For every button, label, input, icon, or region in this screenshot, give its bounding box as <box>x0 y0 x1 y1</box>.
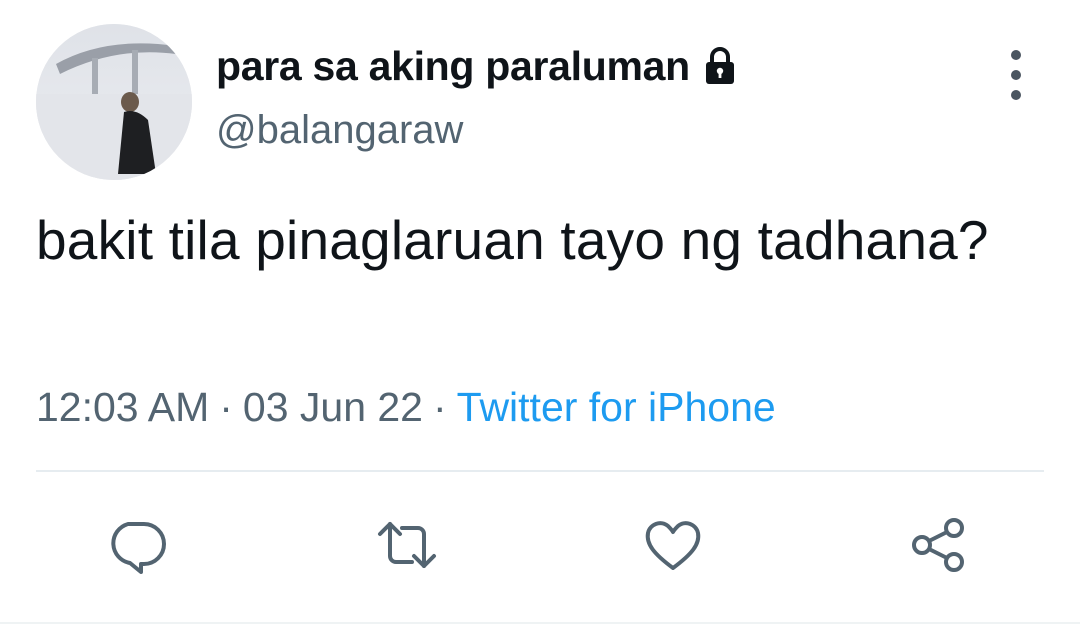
more-options-button[interactable] <box>996 50 1036 100</box>
retweet-button[interactable] <box>372 510 442 580</box>
separator: · <box>433 384 447 430</box>
lock-icon <box>700 46 740 86</box>
tweet-meta: 12:03 AM · 03 Jun 22 · Twitter for iPhone <box>36 384 776 431</box>
user-handle[interactable]: @balangaraw <box>216 108 463 153</box>
more-dot-icon <box>1011 50 1021 60</box>
bottom-divider <box>0 622 1080 624</box>
reply-button[interactable] <box>104 510 174 580</box>
display-name-row: para sa aking paraluman <box>216 38 740 94</box>
share-icon <box>912 518 964 572</box>
more-dot-icon <box>1011 90 1021 100</box>
separator: · <box>219 384 233 430</box>
more-dot-icon <box>1011 70 1021 80</box>
tweet-source-link[interactable]: Twitter for iPhone <box>457 384 776 430</box>
tweet-date[interactable]: 03 Jun 22 <box>243 384 423 430</box>
tweet-time[interactable]: 12:03 AM <box>36 384 209 430</box>
retweet-icon <box>378 522 436 568</box>
avatar-image <box>36 24 192 180</box>
share-button[interactable] <box>904 510 974 580</box>
reply-icon <box>111 522 166 574</box>
display-name[interactable]: para sa aking paraluman <box>216 43 690 90</box>
like-button[interactable] <box>638 510 708 580</box>
avatar[interactable] <box>36 24 192 180</box>
tweet-text: bakit tila pinaglaruan tayo ng tadhana? <box>36 209 989 271</box>
divider <box>36 470 1044 472</box>
heart-icon <box>645 521 701 570</box>
action-bar <box>0 510 1080 580</box>
